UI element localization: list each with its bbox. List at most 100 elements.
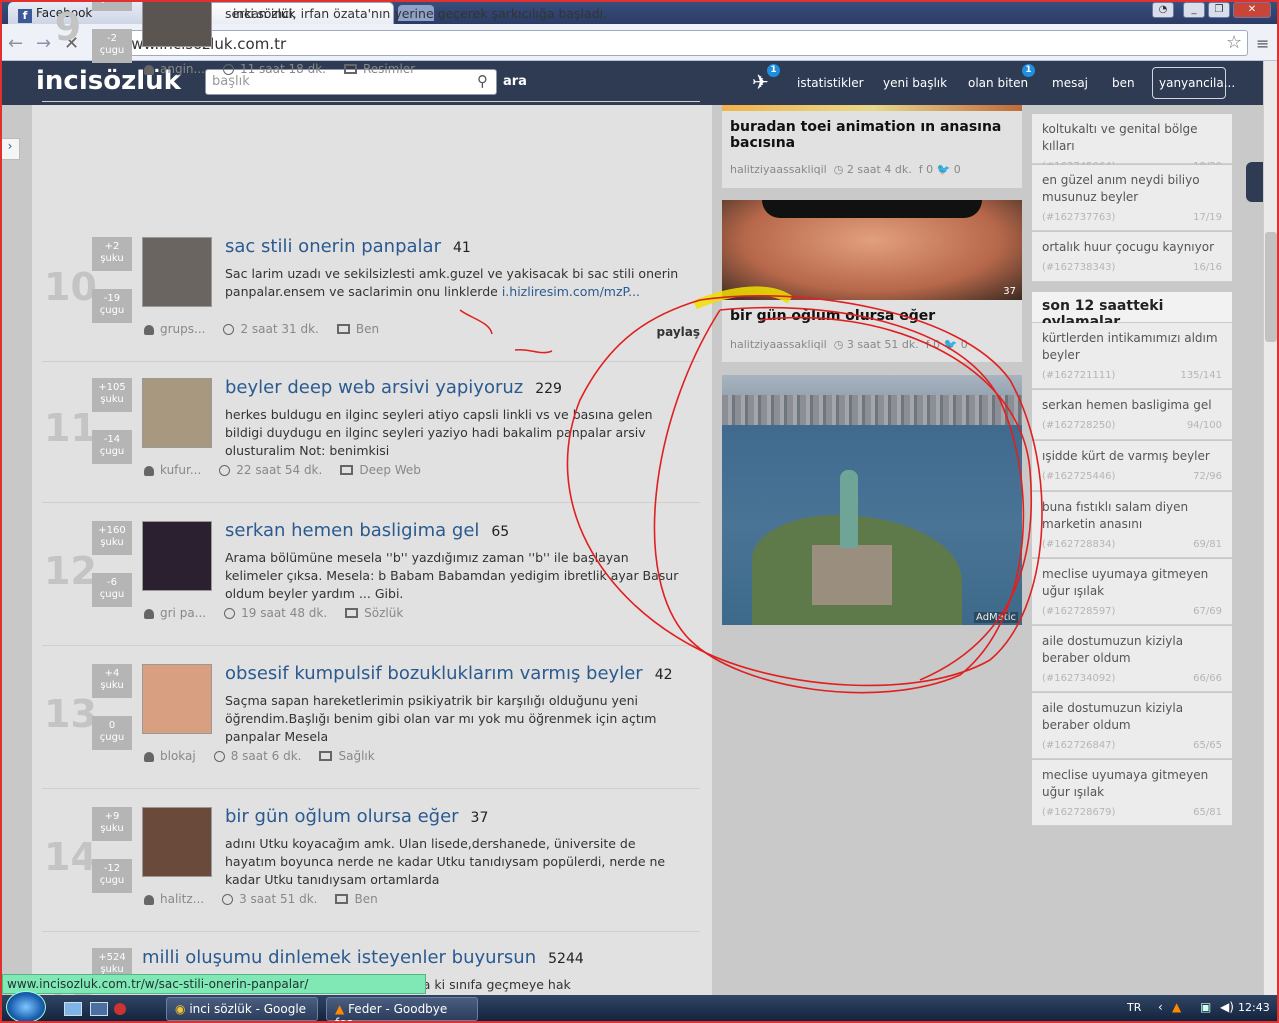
vlc-tray-icon[interactable]: ▲	[1172, 1000, 1181, 1014]
nav-me[interactable]: ben	[1112, 76, 1135, 90]
upvote-button[interactable]: +9 şuku	[92, 807, 132, 841]
menu-icon[interactable]: ≡	[1256, 34, 1269, 53]
start-button[interactable]	[6, 991, 46, 1023]
sidebar-item-title[interactable]: koltukaltı ve genital bölge kılları	[1042, 121, 1222, 155]
entry-category[interactable]: Ben	[336, 322, 379, 336]
upvote-button[interactable]: +160 şuku	[92, 521, 132, 555]
card-author[interactable]: halitziyaassakliqil	[730, 163, 827, 176]
user-icon[interactable]: ◔	[1152, 2, 1174, 18]
card-author[interactable]: halitziyaassakliqil	[730, 338, 827, 351]
facebook-share-icon[interactable]: f	[919, 163, 923, 176]
sidebar-item[interactable]: ışidde kürt de varmış beyler (#162725446)…	[1032, 441, 1232, 491]
category-text[interactable]: Deep Web	[359, 463, 421, 477]
downvote-button[interactable]: 0 çugu	[92, 716, 132, 750]
satellite-icon[interactable]: ✈	[752, 70, 769, 94]
sidebar-item[interactable]: meclise uyumaya gitmeyen uğur ışılak (#16…	[1032, 760, 1232, 826]
entry-author[interactable]: halitz...	[144, 892, 204, 906]
nav-activity[interactable]: olan biten	[968, 76, 1028, 90]
minimize-icon[interactable]: _	[1183, 2, 1205, 18]
sidebar-item-title[interactable]: ışidde kürt de varmış beyler	[1042, 448, 1222, 465]
upvote-button[interactable]: +2 şuku	[92, 237, 132, 271]
entry-category[interactable]: Ben	[335, 892, 378, 906]
author-name[interactable]: halitz...	[160, 892, 204, 906]
ad-banner[interactable]: AdMatic	[722, 375, 1022, 625]
sidebar-item[interactable]: en güzel anım neydi biliyo musunuz beyle…	[1032, 165, 1232, 231]
downvote-button[interactable]: -14 çugu	[92, 430, 132, 464]
upvote-button[interactable]: +4 şuku	[92, 664, 132, 698]
sidebar-item-title[interactable]: aile dostumuzun kiziyla beraber oldum	[1042, 700, 1222, 734]
nav-messages[interactable]: mesaj	[1052, 76, 1088, 90]
language-indicator[interactable]: TR	[1127, 1001, 1141, 1014]
entry-title[interactable]: beyler deep web arsivi yapiyoruz	[225, 377, 523, 398]
featured-card[interactable]: buradan toei animation ın anasına bacısı…	[722, 105, 1022, 188]
downvote-button[interactable]: -12 çugu	[92, 859, 132, 893]
entry-author[interactable]: grups...	[144, 322, 205, 336]
entry-link[interactable]: i.hizliresim.com/mzP...	[502, 284, 640, 299]
close-icon[interactable]: ✕	[1233, 2, 1271, 18]
entry-author[interactable]: blokaj	[144, 749, 196, 763]
page-scrollbar[interactable]	[1263, 61, 1279, 995]
upvote-button[interactable]: +105 şuku	[92, 378, 132, 412]
category-text[interactable]: Ben	[354, 892, 377, 906]
entry-thumbnail[interactable]	[142, 521, 212, 591]
show-desktop-icon[interactable]	[64, 1002, 82, 1016]
featured-card[interactable]: 37 bir gün oğlum olursa eğer halitziyaas…	[722, 200, 1022, 362]
category-text[interactable]: Resimler	[363, 62, 415, 76]
nav-side-by-side-button[interactable]: yanyancila...	[1152, 67, 1235, 99]
taskbar-vlc[interactable]: ▲ Feder - Goodbye fea...	[326, 997, 478, 1023]
sidebar-item-title[interactable]: en güzel anım neydi biliyo musunuz beyle…	[1042, 172, 1222, 206]
taskbar-chrome[interactable]: ◉ inci sözlük - Google ...	[166, 997, 318, 1023]
category-text[interactable]: Sözlük	[364, 606, 403, 620]
entry-thumbnail[interactable]	[142, 0, 212, 47]
entry-category[interactable]: Deep Web	[340, 463, 421, 477]
author-name[interactable]: blokaj	[160, 749, 196, 763]
sidebar-item-title[interactable]: kürtlerden intikamımızı aldım beyler	[1042, 330, 1222, 364]
entry-title[interactable]: obsesif kumpulsif bozukluklarım varmış b…	[225, 663, 643, 684]
entry-thumbnail[interactable]	[142, 237, 212, 307]
sidebar-item-title[interactable]: meclise uyumaya gitmeyen uğur ışılak	[1042, 767, 1222, 801]
side-expand-icon[interactable]: ›	[0, 138, 20, 160]
downvote-button[interactable]: -2 çugu	[92, 29, 132, 63]
clock[interactable]: 12:43	[1238, 1001, 1270, 1014]
entry-title[interactable]: sac stili onerin panpalar	[225, 236, 441, 257]
sidebar-item-title[interactable]: ortalık huur çocugu kaynıyor	[1042, 239, 1222, 256]
entry-author[interactable]: angin...	[144, 62, 205, 76]
entry-title[interactable]: bir gün oğlum olursa eğer	[225, 806, 459, 827]
entry-category[interactable]: Resimler	[344, 62, 415, 76]
author-name[interactable]: grups...	[160, 322, 205, 336]
twitter-share-icon[interactable]: 🐦	[937, 163, 951, 176]
entry-thumbnail[interactable]	[142, 664, 212, 734]
share-link[interactable]: paylaş	[657, 325, 701, 339]
media-icon[interactable]	[114, 1003, 126, 1015]
facebook-share-icon[interactable]: f	[926, 338, 930, 351]
back-icon[interactable]: ←	[8, 33, 23, 54]
sidebar-item[interactable]: ortalık huur çocugu kaynıyor (#162738343)…	[1032, 232, 1232, 282]
twitter-share-icon[interactable]: 🐦	[944, 338, 958, 351]
sidebar-item[interactable]: koltukaltı ve genital bölge kılları(#162…	[1032, 114, 1232, 172]
category-text[interactable]: Ben	[356, 322, 379, 336]
sidebar-item[interactable]: meclise uyumaya gitmeyen uğur ışılak (#16…	[1032, 559, 1232, 625]
author-name[interactable]: kufur...	[160, 463, 201, 477]
category-text[interactable]: Sağlık	[338, 749, 374, 763]
sidebar-item-title[interactable]: aile dostumuzun kiziyla beraber oldum	[1042, 633, 1222, 667]
entry-author[interactable]: gri pa...	[144, 606, 206, 620]
tray-expand-icon[interactable]: ‹	[1158, 1000, 1163, 1014]
nav-new-topic[interactable]: yeni başlık	[883, 76, 947, 90]
card-title[interactable]: buradan toei animation ın anasına bacısı…	[722, 111, 1022, 155]
entry-thumbnail[interactable]	[142, 807, 212, 877]
entry-category[interactable]: Sağlık	[319, 749, 375, 763]
entry-thumbnail[interactable]	[142, 378, 212, 448]
downvote-button[interactable]: -6 çugu	[92, 573, 132, 607]
author-name[interactable]: angin...	[160, 62, 205, 76]
sidebar-item[interactable]: serkan hemen basligima gel (#162728250) 94…	[1032, 390, 1232, 440]
maximize-icon[interactable]: ❐	[1208, 2, 1230, 18]
entry-category[interactable]: Sözlük	[345, 606, 403, 620]
sidebar-item-title[interactable]: meclise uyumaya gitmeyen uğur ışılak	[1042, 566, 1222, 600]
window-switch-icon[interactable]	[90, 1002, 108, 1016]
entry-title[interactable]: milli oluşumu dinlemek isteyenler buyurs…	[142, 947, 536, 968]
star-icon[interactable]: ☆	[1226, 32, 1242, 53]
entry-author[interactable]: kufur...	[144, 463, 201, 477]
author-name[interactable]: gri pa...	[160, 606, 206, 620]
entry-title[interactable]: serkan hemen basligima gel	[225, 520, 479, 541]
sidebar-item-title[interactable]: serkan hemen basligima gel	[1042, 397, 1222, 414]
